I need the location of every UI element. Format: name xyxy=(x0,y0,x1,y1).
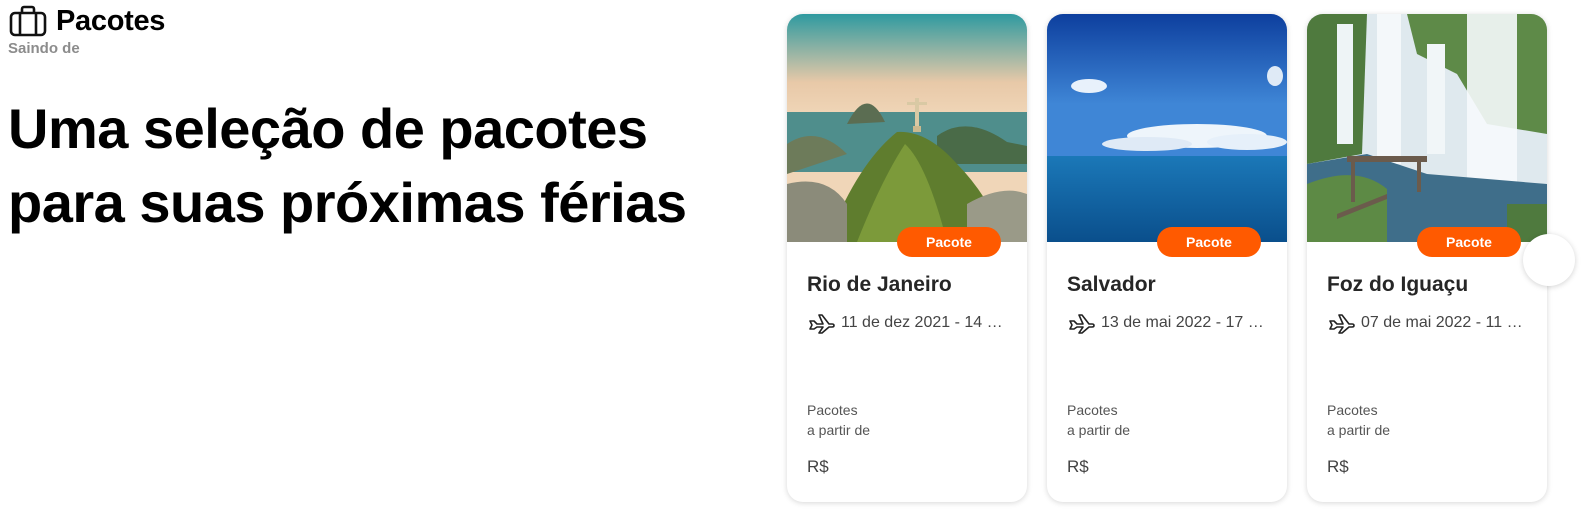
section-title-row: Pacotes xyxy=(8,4,165,38)
package-badge: Pacote xyxy=(1157,227,1261,257)
card-body: Salvador 13 de mai 2022 - 17 de mai 2022 xyxy=(1047,272,1287,334)
price-label: Pacotes a partir de xyxy=(1067,400,1130,440)
airplane-icon xyxy=(1327,312,1355,334)
headline-line-2: para suas próximas férias xyxy=(8,171,687,234)
date-row: 13 de mai 2022 - 17 de mai 2022 xyxy=(1067,312,1267,334)
date-row: 11 de dez 2021 - 14 de dez 2021 xyxy=(807,312,1007,334)
destination-title: Rio de Janeiro xyxy=(807,273,952,296)
date-row: 07 de mai 2022 - 11 de mai 2022 xyxy=(1327,312,1527,334)
travel-dates: 13 de mai 2022 - 17 de mai 2022 xyxy=(1101,314,1267,331)
price-label-line-2: a partir de xyxy=(1327,422,1391,438)
price-label: Pacotes a partir de xyxy=(1327,400,1390,440)
headline-line-1: Uma seleção de pacotes xyxy=(8,97,648,160)
package-badge: Pacote xyxy=(897,227,1001,257)
destination-title: Foz do Iguaçu xyxy=(1327,273,1469,296)
card-body: Rio de Janeiro 11 de dez 2021 - 14 de de… xyxy=(787,272,1027,334)
airplane-icon xyxy=(1067,312,1095,334)
airplane-icon xyxy=(807,312,835,334)
suitcase-icon xyxy=(8,4,48,38)
price-label-line-1: Pacotes xyxy=(1327,402,1378,418)
destination-image xyxy=(1047,14,1287,242)
price-value: R$ xyxy=(1067,457,1089,476)
carousel-next-button[interactable] xyxy=(1523,234,1575,286)
package-card-foz-do-iguacu[interactable]: Pacote Foz do Iguaçu 07 de mai 2022 - 11… xyxy=(1307,14,1547,502)
destination-title: Salvador xyxy=(1067,273,1156,296)
card-body: Foz do Iguaçu 07 de mai 2022 - 11 de mai… xyxy=(1307,272,1547,334)
price-label-line-2: a partir de xyxy=(807,422,871,438)
package-card-salvador[interactable]: Pacote Salvador 13 de mai 2022 - 17 de m… xyxy=(1047,14,1287,502)
package-carousel: Pacote Rio de Janeiro 11 de dez 2021 - 1… xyxy=(787,14,1547,502)
price-label-line-1: Pacotes xyxy=(1067,402,1118,418)
price-value: R$ xyxy=(807,457,829,476)
price-label: Pacotes a partir de xyxy=(807,400,870,440)
section-title: Pacotes xyxy=(56,5,166,37)
price-label-line-2: a partir de xyxy=(1067,422,1131,438)
package-card-rio-de-janeiro[interactable]: Pacote Rio de Janeiro 11 de dez 2021 - 1… xyxy=(787,14,1027,502)
section-header: Pacotes Saindo de xyxy=(8,4,165,57)
price-label-line-1: Pacotes xyxy=(807,402,858,418)
price-value: R$ xyxy=(1327,457,1349,476)
departure-label: Saindo de xyxy=(8,40,80,57)
travel-dates: 07 de mai 2022 - 11 de mai 2022 xyxy=(1361,314,1527,331)
travel-dates: 11 de dez 2021 - 14 de dez 2021 xyxy=(841,314,1007,331)
headline: Uma seleção de pacotes para suas próxima… xyxy=(8,92,748,240)
destination-image xyxy=(1307,14,1547,242)
destination-image xyxy=(787,14,1027,242)
package-badge: Pacote xyxy=(1417,227,1521,257)
